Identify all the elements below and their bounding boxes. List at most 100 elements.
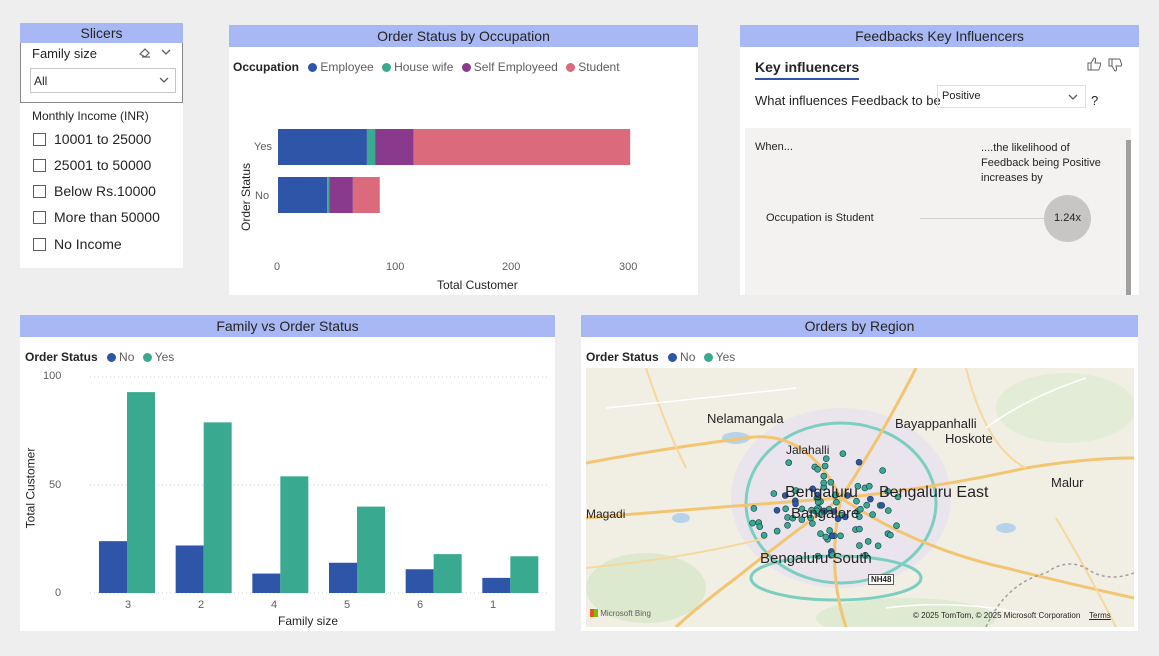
x-tick: 4: [271, 599, 278, 611]
order-status-plot: [278, 129, 631, 213]
y-tick: 100: [43, 370, 62, 382]
y-tick-no: No: [255, 190, 270, 202]
income-option[interactable]: Below Rs.10000: [33, 183, 156, 199]
map-point: [828, 532, 836, 540]
influencer-connector: [920, 218, 1044, 219]
order-status-ylabel: Order Status: [239, 162, 254, 232]
checkbox[interactable]: [33, 133, 46, 146]
map-card: Orders by Region Order Status No Yes Nel…: [581, 315, 1138, 631]
family-size-value: All: [34, 74, 48, 88]
map-canvas[interactable]: Nelamangala Bayappanhalli Hoskote Jalaha…: [586, 368, 1134, 627]
map-point: [820, 472, 828, 480]
map-point: [837, 532, 844, 540]
family-chart-card: Family vs Order Status Order Status No Y…: [20, 315, 555, 631]
order-status-chart-card: Order Status by Occupation Occupation Em…: [229, 25, 698, 295]
influencer-factor[interactable]: Occupation is Student: [766, 212, 874, 224]
bing-icon: [590, 609, 598, 617]
place-bangalore: Bangalore: [791, 505, 860, 522]
scrollbar[interactable]: [1126, 140, 1131, 295]
order-status-xlabel: Total Customer: [437, 278, 518, 292]
influencer-bubble[interactable]: 1.24x: [1044, 195, 1091, 242]
chevron-down-icon[interactable]: [160, 45, 172, 63]
column-bar: [433, 554, 462, 593]
map-point: [869, 511, 876, 518]
legend-title: Order Status: [586, 350, 659, 364]
x-tick: 200: [502, 261, 521, 273]
x-tick: 1: [490, 599, 497, 611]
y-tick-yes: Yes: [254, 141, 272, 153]
column-bar: [510, 556, 539, 593]
bar-segment: [278, 177, 328, 213]
income-option[interactable]: 10001 to 25000: [33, 131, 151, 147]
legend-item-yes[interactable]: Yes: [703, 350, 735, 364]
bing-brand: Microsoft Bing: [600, 609, 651, 618]
map-point: [773, 506, 781, 514]
column-bar: [203, 422, 232, 593]
map-point: [878, 502, 886, 509]
place-bengaluru-east: Bengaluru East: [879, 484, 989, 501]
map-point: [874, 542, 882, 550]
column-bar: [405, 569, 434, 593]
column-bar: [357, 506, 385, 593]
map-point: [760, 531, 768, 539]
tab-key-influencers[interactable]: Key influencers: [755, 59, 860, 80]
column-bar: [175, 545, 204, 593]
feedback-value-dropdown[interactable]: Positive: [937, 85, 1086, 108]
bar-segment: [329, 177, 353, 213]
bar-segment: [327, 177, 330, 213]
y-tick: 50: [49, 479, 62, 491]
income-label: Monthly Income (INR): [32, 109, 149, 123]
checkbox[interactable]: [33, 159, 46, 172]
y-tick: 0: [55, 587, 62, 599]
map-point: [839, 450, 847, 457]
feedback-value: Positive: [942, 90, 981, 102]
map-point: [749, 519, 756, 527]
map-point: [856, 542, 863, 549]
checkbox[interactable]: [33, 211, 46, 224]
income-option[interactable]: More than 50000: [33, 209, 160, 225]
x-tick: 3: [125, 599, 132, 611]
bar-segment: [278, 129, 367, 165]
place-malur: Malur: [1051, 475, 1084, 490]
map-point: [879, 467, 886, 474]
map-point: [863, 501, 870, 509]
family-size-dropdown[interactable]: All: [30, 68, 176, 93]
thumbs-up-icon[interactable]: [1087, 57, 1102, 76]
checkbox[interactable]: [33, 185, 46, 198]
dropdown-chevron-icon: [158, 73, 170, 91]
income-option-label: More than 50000: [54, 209, 160, 225]
road-shield-nh48: NH48: [868, 574, 895, 585]
place-bengaluru: Bengaluru: [785, 484, 858, 501]
eraser-icon[interactable]: [138, 45, 152, 64]
income-option[interactable]: 25001 to 50000: [33, 157, 151, 173]
family-size-label: Family size: [32, 46, 98, 61]
map-point: [867, 495, 874, 503]
column-bar: [482, 577, 511, 593]
income-option-label: 10001 to 25000: [54, 131, 152, 147]
column-bar: [99, 541, 127, 593]
map-point: [856, 525, 863, 533]
bar-segment: [375, 129, 414, 165]
column-bar: [280, 476, 309, 593]
map-copyright: © 2025 TomTom, © 2025 Microsoft Corporat…: [913, 611, 1081, 620]
map-legend: Order Status No Yes: [586, 350, 740, 364]
income-option[interactable]: No Income: [33, 236, 122, 252]
map-point: [887, 531, 894, 539]
when-label: When...: [755, 141, 793, 153]
influencer-value: 1.24x: [1054, 212, 1081, 224]
thumbs-down-icon[interactable]: [1108, 58, 1123, 77]
map-point: [756, 523, 764, 531]
chevron-down-icon: [1067, 90, 1079, 108]
key-influencers-title: Feedbacks Key Influencers: [740, 25, 1139, 47]
question-mark: ?: [1091, 93, 1099, 108]
map-point: [785, 459, 793, 466]
checkbox[interactable]: [33, 238, 46, 251]
slicers-panel: Slicers Family size All Monthly Income (…: [20, 23, 183, 268]
map-terms-link[interactable]: Terms: [1089, 611, 1111, 620]
legend-item-no[interactable]: No: [668, 350, 695, 364]
bing-logo: Microsoft Bing: [590, 609, 651, 618]
column-bar: [329, 562, 357, 593]
legend-dot: [703, 353, 713, 362]
key-influencers-card: Feedbacks Key Influencers Key influencer…: [740, 25, 1139, 295]
place-magadi: Magadi: [586, 507, 626, 521]
